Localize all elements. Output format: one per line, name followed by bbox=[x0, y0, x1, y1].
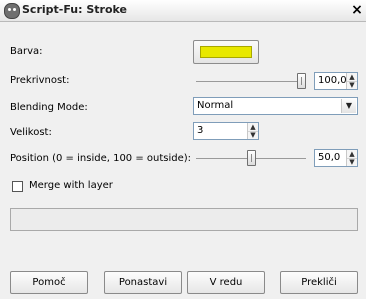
prekrivnost-spin-buttons[interactable]: ▲ ▼ bbox=[346, 73, 357, 89]
cancel-button-label: Prekliči bbox=[301, 277, 337, 288]
merge-with-layer-label[interactable]: Merge with layer bbox=[29, 180, 113, 191]
script-fu-stroke-dialog: Script-Fu: Stroke × Barva: Prekrivnost: … bbox=[0, 0, 366, 299]
blending-mode-label: Blending Mode: bbox=[10, 102, 88, 113]
window-title: Script-Fu: Stroke bbox=[22, 3, 128, 16]
velikost-spinbox[interactable]: 3 ▲ ▼ bbox=[193, 122, 259, 140]
progress-bar bbox=[10, 208, 358, 231]
barva-label: Barva: bbox=[10, 46, 43, 57]
prekrivnost-slider-track[interactable] bbox=[196, 81, 306, 82]
spin-down-icon[interactable]: ▼ bbox=[347, 158, 357, 166]
prekrivnost-value[interactable]: 100,0 bbox=[318, 75, 347, 86]
ok-button-label: V redu bbox=[209, 277, 243, 288]
spin-down-icon[interactable]: ▼ bbox=[347, 81, 357, 89]
blending-mode-combo[interactable]: Normal ▼ bbox=[193, 97, 358, 115]
position-spinbox[interactable]: 50,0 ▲ ▼ bbox=[314, 149, 358, 167]
velikost-spin-buttons[interactable]: ▲ ▼ bbox=[247, 123, 258, 139]
color-picker-button[interactable] bbox=[193, 40, 259, 64]
color-swatch bbox=[200, 46, 252, 58]
spin-down-icon[interactable]: ▼ bbox=[248, 131, 258, 139]
velikost-value[interactable]: 3 bbox=[197, 125, 203, 136]
cancel-button[interactable]: Prekliči bbox=[280, 271, 358, 294]
title-bar[interactable]: Script-Fu: Stroke × bbox=[0, 0, 366, 22]
chevron-down-icon[interactable]: ▼ bbox=[341, 99, 356, 113]
velikost-label: Velikost: bbox=[10, 127, 52, 138]
position-spin-buttons[interactable]: ▲ ▼ bbox=[346, 150, 357, 166]
prekrivnost-slider-thumb[interactable] bbox=[297, 73, 306, 89]
merge-with-layer-checkbox[interactable] bbox=[12, 181, 23, 192]
position-label: Position (0 = inside, 100 = outside): bbox=[10, 153, 192, 164]
position-value[interactable]: 50,0 bbox=[318, 152, 340, 163]
position-slider-thumb[interactable] bbox=[247, 150, 256, 166]
prekrivnost-spinbox[interactable]: 100,0 ▲ ▼ bbox=[314, 72, 358, 90]
gimp-app-icon bbox=[4, 3, 20, 19]
help-button-label: Pomoč bbox=[32, 277, 66, 288]
prekrivnost-label: Prekrivnost: bbox=[10, 75, 70, 86]
reset-button[interactable]: Ponastavi bbox=[104, 271, 182, 294]
blending-mode-value: Normal bbox=[197, 100, 234, 111]
close-button[interactable]: × bbox=[350, 2, 364, 18]
ok-button[interactable]: V redu bbox=[187, 271, 265, 294]
reset-button-label: Ponastavi bbox=[118, 277, 168, 288]
help-button[interactable]: Pomoč bbox=[10, 271, 88, 294]
